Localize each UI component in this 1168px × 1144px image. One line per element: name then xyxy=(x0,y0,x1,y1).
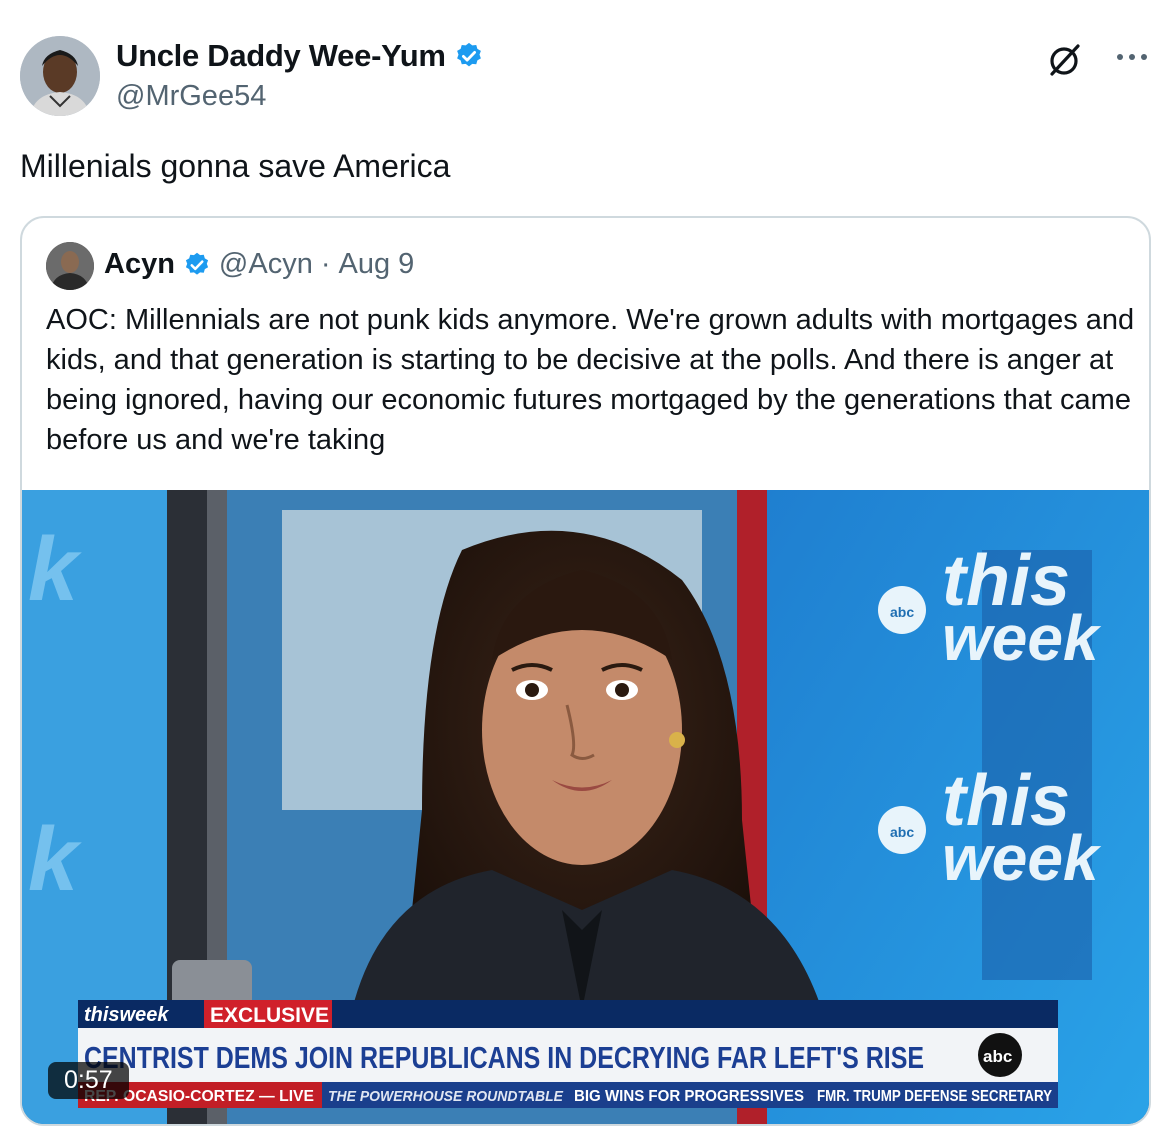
headline: CENTRIST DEMS JOIN REPUBLICANS IN DECRYI… xyxy=(84,1040,924,1075)
quoted-date[interactable]: Aug 9 xyxy=(339,248,415,281)
lower-third: thisweek EXCLUSIVE CENTRIST DEMS JOIN RE… xyxy=(78,1000,1058,1108)
svg-text:abc: abc xyxy=(890,604,914,620)
bug-week: week xyxy=(942,602,1102,674)
author-name-row[interactable]: Uncle Daddy Wee-Yum xyxy=(116,38,484,74)
author-handle[interactable]: @MrGee54 xyxy=(116,80,266,113)
banner-show: thisweek xyxy=(84,1004,169,1026)
more-icon[interactable] xyxy=(1112,46,1152,68)
banner-tag: EXCLUSIVE xyxy=(210,1004,329,1027)
verified-badge-icon xyxy=(454,41,484,71)
author-avatar[interactable] xyxy=(20,36,100,116)
bug-week-2: week xyxy=(942,822,1102,894)
quoted-display-name[interactable]: Acyn xyxy=(104,248,175,281)
quoted-header: Acyn @Acyn · Aug 9 xyxy=(104,248,414,281)
svg-text:k: k xyxy=(28,520,82,620)
meta-separator: · xyxy=(320,248,331,280)
ticker-item-2: THE POWERHOUSE ROUNDTABLE xyxy=(328,1088,564,1105)
verified-badge-icon xyxy=(183,251,211,279)
video-player[interactable]: k k abc this week abc this week thisweek… xyxy=(22,490,1149,1124)
svg-text:abc: abc xyxy=(890,824,914,840)
svg-text:k: k xyxy=(28,810,82,910)
ticker-item-3: BIG WINS FOR PROGRESSIVES xyxy=(574,1088,804,1105)
author-display-name[interactable]: Uncle Daddy Wee-Yum xyxy=(116,38,446,74)
grok-icon[interactable] xyxy=(1044,40,1084,80)
quoted-text: AOC: Millennials are not punk kids anymo… xyxy=(46,304,1135,456)
video-duration: 0:57 xyxy=(48,1062,129,1099)
ticker-item-4: FMR. TRUMP DEFENSE SECRETARY xyxy=(817,1088,1052,1105)
quoted-handle[interactable]: @Acyn xyxy=(219,248,313,281)
network-logo: abc xyxy=(983,1047,1012,1066)
quoted-tweet[interactable]: Acyn @Acyn · Aug 9 AOC: Millennials are … xyxy=(20,216,1151,1126)
tweet-text: Millenials gonna save America xyxy=(20,148,451,184)
quoted-author-avatar[interactable] xyxy=(46,242,94,290)
